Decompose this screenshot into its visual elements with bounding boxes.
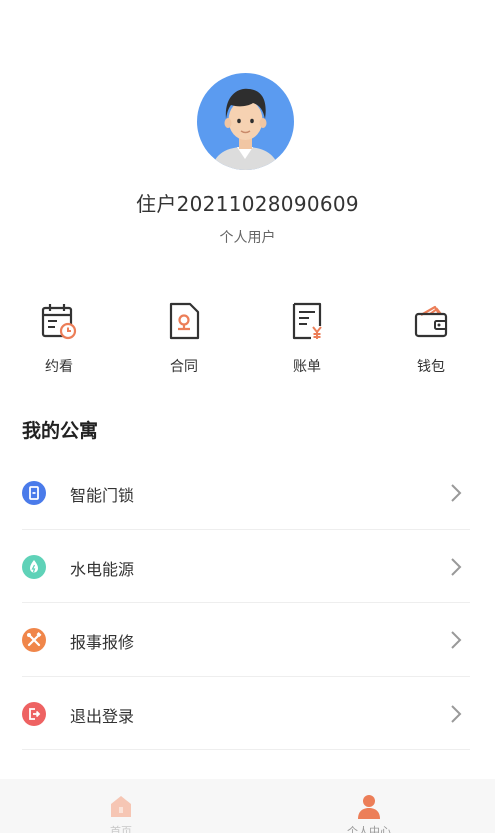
menu-item-energy[interactable]: 水电能源 — [22, 530, 470, 603]
action-wallet-label: 钱包 — [417, 359, 445, 375]
apartment-menu: 智能门锁 水电能源 报事报修 退出登录 — [22, 456, 470, 750]
calendar-clock-icon — [41, 304, 77, 340]
section-title: 我的公寓 — [22, 420, 99, 442]
home-icon — [111, 796, 131, 817]
contract-icon — [169, 302, 200, 340]
tab-home-label: 首页 — [110, 825, 132, 833]
chevron-right-icon — [451, 484, 462, 502]
quick-actions: 约看 合同 账单 钱包 — [0, 300, 495, 380]
chevron-right-icon — [451, 631, 462, 649]
menu-item-label: 退出登录 — [70, 706, 135, 726]
tab-profile-label: 个人中心 — [347, 825, 391, 833]
tab-profile[interactable]: 个人中心 — [309, 779, 429, 833]
profile-page: 住户20211028090609 个人用户 约看 合同 账单 钱包 我的公寓 智… — [0, 0, 495, 833]
wallet-icon — [414, 305, 448, 338]
chevron-right-icon — [451, 704, 462, 723]
user-type: 个人用户 — [219, 230, 276, 246]
menu-item-door-lock[interactable]: 智能门锁 — [22, 456, 470, 530]
door-lock-icon — [22, 481, 46, 505]
action-bill-label: 账单 — [293, 359, 321, 375]
menu-item-label: 报事报修 — [70, 633, 135, 652]
action-wallet[interactable]: 钱包 — [391, 300, 471, 380]
repair-tools-icon — [22, 628, 46, 652]
logout-icon — [22, 701, 46, 726]
action-viewing-label: 约看 — [45, 359, 73, 375]
action-viewing[interactable]: 约看 — [19, 300, 99, 380]
bottom-tab-bar: 首页 个人中心 — [0, 779, 495, 833]
action-contract[interactable]: 合同 — [144, 300, 224, 380]
action-bill[interactable]: 账单 — [267, 300, 347, 380]
person-icon — [358, 795, 380, 819]
tab-home[interactable]: 首页 — [61, 779, 181, 833]
energy-icon — [22, 554, 46, 579]
bill-icon — [292, 302, 322, 340]
menu-item-repair[interactable]: 报事报修 — [22, 603, 470, 677]
user-name: 住户20211028090609 — [136, 192, 359, 216]
menu-item-label: 智能门锁 — [70, 486, 135, 505]
menu-item-label: 水电能源 — [70, 559, 135, 579]
action-contract-label: 合同 — [170, 359, 198, 375]
avatar[interactable] — [197, 73, 294, 170]
chevron-right-icon — [451, 557, 462, 576]
menu-item-logout[interactable]: 退出登录 — [22, 677, 470, 750]
